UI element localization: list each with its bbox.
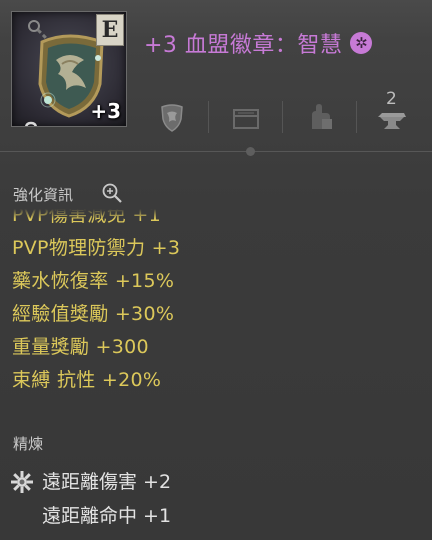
bound-icon: ✲ — [350, 32, 373, 54]
hand-item-icon — [312, 104, 332, 129]
stat-row: 束縛 抗性 +20% — [12, 369, 162, 391]
divider — [356, 101, 357, 133]
divider-ornament — [246, 147, 255, 156]
enhance-info-heading: 強化資訊 — [13, 186, 74, 204]
magnifier-icon[interactable] — [101, 182, 123, 204]
item-title-row: +3 血盟徽章：智慧 ✲ — [144, 27, 373, 59]
grade-badge: E — [96, 14, 124, 46]
enhance-level-label: +3 — [90, 99, 121, 123]
stat-row: 經驗值獎勵 +30% — [12, 303, 175, 325]
divider — [282, 101, 283, 133]
header-divider — [0, 151, 432, 152]
item-tooltip-panel: E +3 +3 血盟徽章：智慧 ✲ 2 強化資訊 PVP物理防禦力 +3 藥水恢… — [0, 0, 432, 540]
enhance-stat-list[interactable]: PVP傷害減免 +1 PVP物理防禦力 +3 藥水恢復率 +15% 經驗值獎勵 … — [12, 209, 422, 409]
refine-heading: 精煉 — [13, 435, 44, 453]
refine-stat-row: 遠距離命中 +1 — [42, 505, 172, 527]
scroll-fade — [0, 209, 432, 219]
refine-stat-row: 遠距離傷害 +2 — [42, 471, 172, 493]
divider — [208, 101, 209, 133]
item-slot[interactable]: E +3 — [11, 11, 127, 127]
stat-row: 重量獎勵 +300 — [12, 336, 149, 358]
item-attribute-icons: 2 — [150, 89, 418, 139]
anvil-count: 2 — [386, 89, 397, 109]
stat-row: PVP物理防禦力 +3 — [12, 237, 181, 259]
chest-icon — [233, 109, 259, 129]
item-name: +3 血盟徽章：智慧 — [144, 33, 343, 58]
refine-gear-icon — [11, 471, 33, 493]
shield-crest-icon — [161, 104, 183, 132]
stat-row: 藥水恢復率 +15% — [12, 270, 175, 292]
